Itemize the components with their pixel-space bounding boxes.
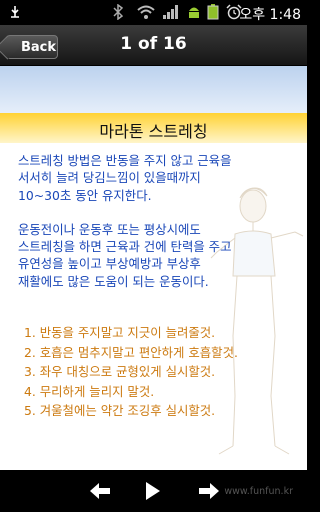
wifi-icon	[136, 4, 156, 20]
title-bar: Back 1 of 16	[0, 25, 307, 66]
sky-background	[0, 66, 307, 116]
bluetooth-icon	[112, 4, 124, 20]
play-icon[interactable]	[143, 480, 167, 502]
battery-icon	[206, 4, 220, 20]
paragraph-1: 스트레칭 방법은 반동을 주지 않고 근육을 서서히 늘려 당김느낌이 있을때까…	[18, 153, 232, 203]
rules-list: 1. 반동을 주지말고 지긋이 늘려줄것. 2. 호흡은 멈추지말고 편안하게 …	[24, 323, 284, 421]
android-icon	[186, 4, 202, 20]
content-area[interactable]: 마라톤 스트레칭 스트레칭 방법은 반동을 주지 않고 근육을 서서히 늘려 당…	[0, 66, 307, 470]
bottom-nav: www.funfun.kr	[0, 470, 307, 512]
article-title: 마라톤 스트레칭	[99, 122, 208, 141]
article-body: 스트레칭 방법은 반동을 주지 않고 근육을 서서히 늘려 당김느낌이 있을때까…	[18, 152, 300, 290]
signal-icon	[162, 4, 180, 20]
page-counter: 1 of 16	[120, 34, 187, 54]
usb-icon	[8, 4, 22, 20]
rule-item: 4. 무리하게 늘리지 말것.	[24, 383, 155, 399]
previous-icon[interactable]	[88, 480, 112, 502]
rule-item: 1. 반동을 주지말고 지긋이 늘려줄것.	[24, 325, 216, 340]
rule-item: 5. 겨울철에는 약간 조깅후 실시할것.	[24, 403, 216, 418]
status-time: 오후 1:48	[239, 7, 301, 23]
paragraph-2: 운동전이나 운동후 또는 평상시에도 스트레칭을 하면 근육과 건에 탄력을 주…	[18, 221, 232, 289]
watermark: www.funfun.kr	[224, 486, 293, 497]
status-bar: 오후 1:48	[0, 0, 307, 25]
rule-item: 3. 좌우 대칭으로 균형있게 실시할것.	[24, 364, 216, 379]
next-icon[interactable]	[197, 480, 221, 502]
rule-item: 2. 호흡은 멈추지말고 편안하게 호흡할것.	[24, 344, 238, 360]
